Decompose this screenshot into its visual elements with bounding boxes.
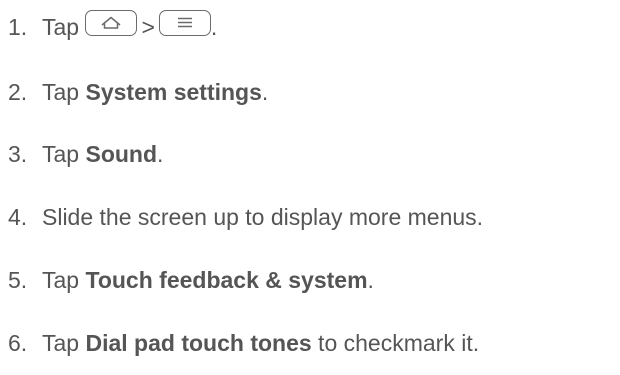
step-number: 1. — [8, 14, 28, 40]
menu-lines-icon — [177, 17, 192, 28]
step-suffix: . — [210, 14, 218, 40]
step-suffix: . — [261, 79, 269, 105]
step-suffix: to checkmark it. — [311, 330, 480, 356]
step-number: 6. — [8, 330, 28, 356]
step-3: 3. Tap Sound. — [8, 136, 163, 172]
step-text: Slide the screen up to display more menu… — [42, 204, 484, 230]
step-2: 2. Tap System settings. — [8, 74, 268, 110]
step-target-label: Sound — [85, 141, 158, 167]
step-target-label: Dial pad touch tones — [85, 330, 312, 356]
step-target-label: Touch feedback & system — [85, 267, 368, 293]
step-number: 4. — [8, 204, 28, 230]
step-6: 6. Tap Dial pad touch tones to checkmark … — [8, 325, 479, 361]
step-number: 2. — [8, 79, 28, 105]
menu-key-button — [158, 10, 211, 36]
step-number: 3. — [8, 141, 28, 167]
step-5: 5. Tap Touch feedback & system. — [8, 262, 374, 298]
step-separator: > — [141, 14, 155, 40]
step-1: 1. Tap > . — [8, 9, 217, 45]
step-text: Tap — [42, 267, 86, 293]
step-4: 4. Slide the screen up to display more me… — [8, 199, 483, 235]
step-target-label: System settings — [85, 79, 262, 105]
step-text: Tap — [42, 79, 86, 105]
home-outline-icon — [102, 16, 121, 29]
step-suffix: . — [367, 267, 374, 293]
home-key-button — [85, 10, 138, 36]
step-text: Tap — [42, 14, 80, 40]
step-text: Tap — [42, 141, 86, 167]
step-number: 5. — [8, 267, 28, 293]
instruction-steps: 1. Tap > . 2. Tap System settings. 3. Tap S… — [0, 0, 620, 375]
step-text: Tap — [42, 330, 86, 356]
step-suffix: . — [157, 141, 164, 167]
